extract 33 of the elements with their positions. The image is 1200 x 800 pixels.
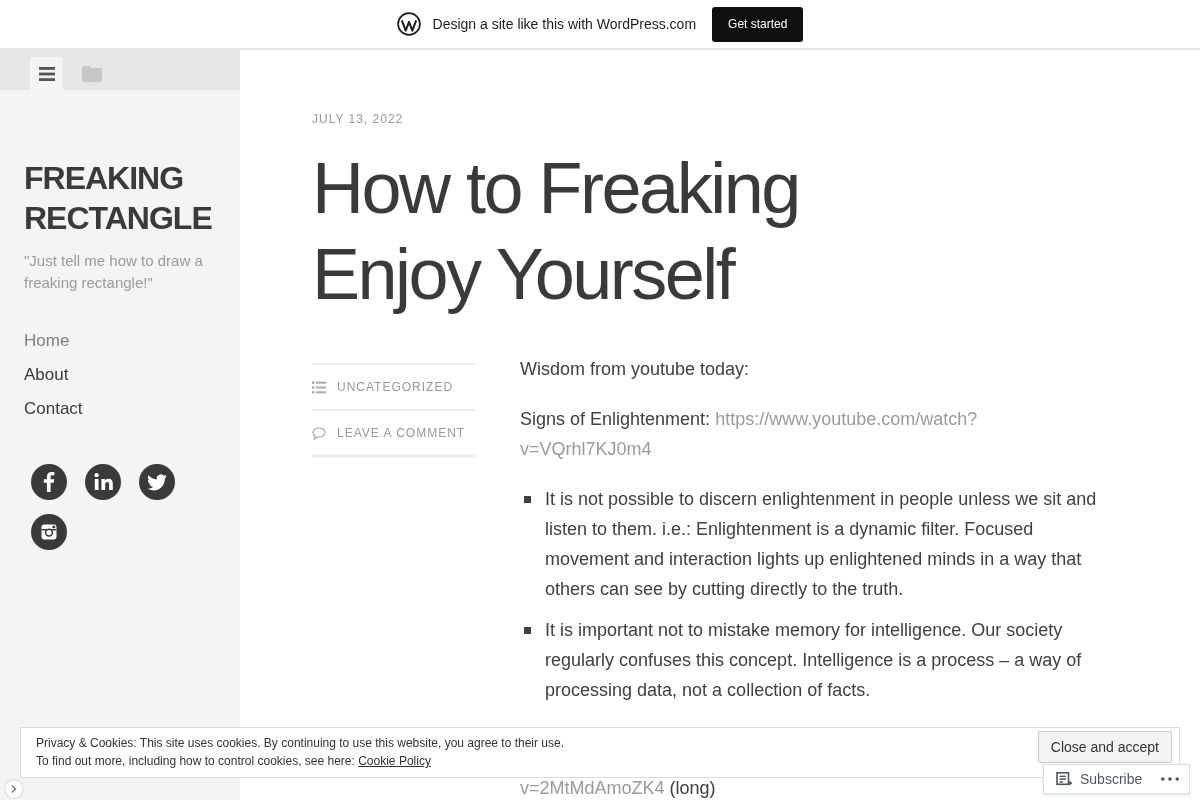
- list-icon: [312, 380, 326, 394]
- accept-button[interactable]: Close and accept: [1037, 731, 1172, 763]
- subscribe-button[interactable]: Subscribe: [1056, 771, 1143, 787]
- site-title[interactable]: FREAKING RECTANGLE: [24, 158, 216, 238]
- cookie-notice-text: To find out more, including how to control cookies, see here: Cookie Policy: [36, 753, 431, 770]
- cookie-policy-link[interactable]: Cookie Policy: [358, 754, 431, 768]
- nav-link[interactable]: About: [24, 358, 69, 392]
- site-tagline: "Just tell me how to draw a freaking rectangle!": [24, 251, 204, 293]
- facebook-icon[interactable]: [31, 464, 67, 500]
- cookie-notice-text: Privacy & Cookies: This site uses cookies. By continuing to use this website, you agree to their use.: [36, 735, 565, 752]
- menu-icon[interactable]: [38, 66, 55, 81]
- wordpress-logo-icon: [396, 12, 421, 36]
- post-paragraph: Wisdom from youtube today:: [520, 358, 750, 381]
- chevron-circle-icon[interactable]: [4, 779, 24, 799]
- nav-link[interactable]: Home: [24, 324, 70, 358]
- sidebar-tab[interactable]: [30, 57, 63, 90]
- twitter-bird-icon[interactable]: [139, 464, 175, 500]
- linkedin-icon[interactable]: [85, 464, 121, 500]
- get-started-button[interactable]: Get started: [712, 6, 804, 42]
- instagram-icon[interactable]: [31, 514, 67, 550]
- document-icon: [1056, 771, 1072, 787]
- speech-bubble-icon: [312, 426, 326, 440]
- promo-text: Design a site like this with WordPress.com: [432, 16, 697, 32]
- list-item-text: It is important not to mistake memory for intelligence. Our society regularly confuses this concept. Intelligence is a process – a way of processing data, not a collection of facts.: [545, 619, 1083, 702]
- post-paragraph: v=2MtMdAmoZK4 (long): [520, 778, 716, 798]
- bullet-icon: [524, 496, 531, 503]
- more-icon[interactable]: [1161, 777, 1179, 781]
- nav-link[interactable]: Contact: [24, 392, 83, 426]
- post-title: How to Freaking Enjoy Yourself: [312, 147, 800, 316]
- list-item-text: It is not possible to discern enlightenment in people unless we sit and listen to them. i.e.: Enlightenment is a dynamic filter. Focused movement and interaction lights up enlightened minds in a way that others can see by cutting directly to the truth.: [545, 488, 1098, 601]
- bullet-icon: [524, 627, 531, 634]
- post-date: JULY 13, 2022: [312, 111, 404, 127]
- post-paragraph: Signs of Enlightenment: https://www.youtube.com/watch? v=VQrhl7KJ0m4: [520, 408, 978, 461]
